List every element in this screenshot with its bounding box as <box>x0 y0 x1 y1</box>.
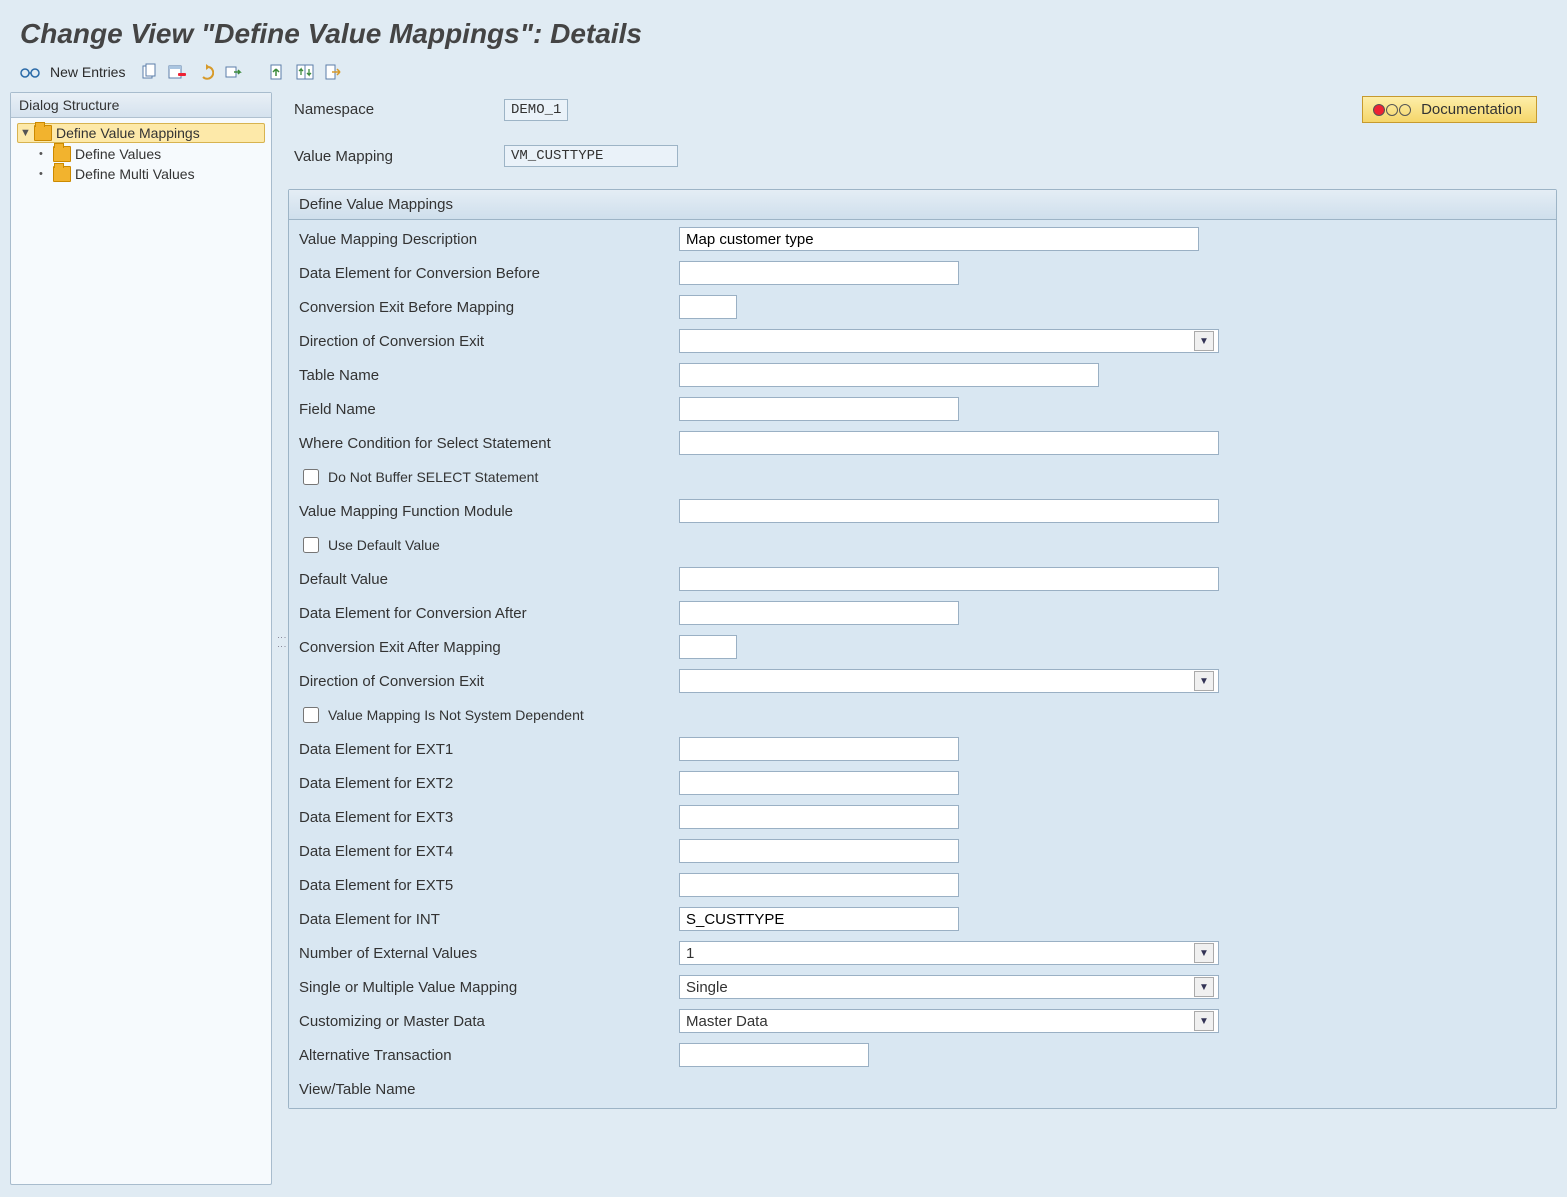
ext3-input[interactable] <box>679 805 959 829</box>
namespace-label: Namespace <box>294 101 504 118</box>
single-multi-select[interactable]: Single ▼ <box>679 975 1219 999</box>
page-up-icon[interactable] <box>267 62 287 82</box>
alt-tx-input[interactable] <box>679 1043 869 1067</box>
de-after-label: Data Element for Conversion After <box>299 605 679 622</box>
num-ext-label: Number of External Values <box>299 945 679 962</box>
ce-after-input[interactable] <box>679 635 737 659</box>
where-input[interactable] <box>679 431 1219 455</box>
ext5-label: Data Element for EXT5 <box>299 877 679 894</box>
single-multi-value: Single <box>686 979 728 996</box>
desc-input[interactable] <box>679 227 1199 251</box>
dialog-structure-sidebar: Dialog Structure ▼ Define Value Mappings… <box>10 92 272 1185</box>
no-buffer-checkbox[interactable]: Do Not Buffer SELECT Statement <box>299 466 679 488</box>
value-mapping-label: Value Mapping <box>294 148 504 165</box>
num-ext-value: 1 <box>686 945 694 962</box>
folder-icon <box>53 146 71 162</box>
toolbar: New Entries <box>0 60 1567 88</box>
not-sysdep-checkbox-input[interactable] <box>303 707 319 723</box>
where-label: Where Condition for Select Statement <box>299 435 679 452</box>
field-label: Field Name <box>299 401 679 418</box>
de-before-input[interactable] <box>679 261 959 285</box>
table-input[interactable] <box>679 363 1099 387</box>
ext3-label: Data Element for EXT3 <box>299 809 679 826</box>
alt-tx-label: Alternative Transaction <box>299 1047 679 1064</box>
ext1-input[interactable] <box>679 737 959 761</box>
ext2-label: Data Element for EXT2 <box>299 775 679 792</box>
transport-icon[interactable] <box>223 62 243 82</box>
bullet-icon: • <box>39 168 49 180</box>
no-buffer-label: Do Not Buffer SELECT Statement <box>328 469 538 485</box>
exit-icon[interactable] <box>323 62 343 82</box>
cust-master-label: Customizing or Master Data <box>299 1013 679 1030</box>
splitter-handle[interactable]: ⋮⋮ <box>278 88 286 1195</box>
undo-icon[interactable] <box>195 62 215 82</box>
copy-icon[interactable] <box>139 62 159 82</box>
tree: ▼ Define Value Mappings • Define Values … <box>11 118 271 188</box>
ce-before-input[interactable] <box>679 295 737 319</box>
content-area: Namespace DEMO_1 Documentation Value Map… <box>286 88 1567 1195</box>
use-default-label: Use Default Value <box>328 537 440 553</box>
use-default-checkbox[interactable]: Use Default Value <box>299 534 679 556</box>
ext4-label: Data Element for EXT4 <box>299 843 679 860</box>
namespace-field: DEMO_1 <box>504 99 568 121</box>
value-mapping-field: VM_CUSTTYPE <box>504 145 678 167</box>
chevron-down-icon: ▼ <box>1194 331 1214 351</box>
dir-after-select[interactable]: ▼ <box>679 669 1219 693</box>
field-input[interactable] <box>679 397 959 421</box>
sidebar-item-label: Define Value Mappings <box>56 125 200 141</box>
cust-master-value: Master Data <box>686 1013 768 1030</box>
dir-before-label: Direction of Conversion Exit <box>299 333 679 350</box>
use-default-checkbox-input[interactable] <box>303 537 319 553</box>
sidebar-header: Dialog Structure <box>11 93 271 118</box>
default-label: Default Value <box>299 571 679 588</box>
page-nav-icon[interactable] <box>295 62 315 82</box>
not-sysdep-label: Value Mapping Is Not System Dependent <box>328 707 584 723</box>
documentation-button-label: Documentation <box>1421 101 1522 118</box>
desc-label: Value Mapping Description <box>299 231 679 248</box>
ext1-label: Data Element for EXT1 <box>299 741 679 758</box>
single-multi-label: Single or Multiple Value Mapping <box>299 979 679 996</box>
not-sysdep-checkbox[interactable]: Value Mapping Is Not System Dependent <box>299 704 679 726</box>
sidebar-item-label: Define Multi Values <box>75 166 195 182</box>
de-after-input[interactable] <box>679 601 959 625</box>
num-ext-select[interactable]: 1 ▼ <box>679 941 1219 965</box>
ce-before-label: Conversion Exit Before Mapping <box>299 299 679 316</box>
chevron-down-icon: ▼ <box>1194 671 1214 691</box>
new-entries-button[interactable]: New Entries <box>50 64 125 80</box>
folder-icon <box>53 166 71 182</box>
folder-open-icon <box>34 125 52 141</box>
sidebar-item-define-multi-values[interactable]: • Define Multi Values <box>19 164 263 184</box>
chevron-down-icon: ▼ <box>1194 977 1214 997</box>
chevron-down-icon: ▼ <box>1194 1011 1214 1031</box>
default-input[interactable] <box>679 567 1219 591</box>
no-buffer-checkbox-input[interactable] <box>303 469 319 485</box>
expander-icon[interactable]: ▼ <box>20 127 30 139</box>
chevron-down-icon: ▼ <box>1194 943 1214 963</box>
sidebar-item-define-values[interactable]: • Define Values <box>19 144 263 164</box>
dir-before-select[interactable]: ▼ <box>679 329 1219 353</box>
bullet-icon: • <box>39 148 49 160</box>
ext5-input[interactable] <box>679 873 959 897</box>
sidebar-item-label: Define Values <box>75 146 161 162</box>
panel-title: Define Value Mappings <box>289 190 1556 220</box>
traffic-light-icon <box>1373 104 1411 116</box>
func-mod-input[interactable] <box>679 499 1219 523</box>
documentation-button[interactable]: Documentation <box>1362 96 1537 123</box>
ext2-input[interactable] <box>679 771 959 795</box>
func-mod-label: Value Mapping Function Module <box>299 503 679 520</box>
int-input[interactable] <box>679 907 959 931</box>
page-title: Change View "Define Value Mappings": Det… <box>0 0 1567 60</box>
delete-row-icon[interactable] <box>167 62 187 82</box>
glasses-icon[interactable] <box>20 62 40 82</box>
define-value-mappings-panel: Define Value Mappings Value Mapping Desc… <box>288 189 1557 1109</box>
view-table-label: View/Table Name <box>299 1081 679 1098</box>
ext4-input[interactable] <box>679 839 959 863</box>
table-label: Table Name <box>299 367 679 384</box>
int-label: Data Element for INT <box>299 911 679 928</box>
de-before-label: Data Element for Conversion Before <box>299 265 679 282</box>
dir-after-label: Direction of Conversion Exit <box>299 673 679 690</box>
sidebar-item-define-value-mappings[interactable]: ▼ Define Value Mappings <box>17 123 265 143</box>
cust-master-select[interactable]: Master Data ▼ <box>679 1009 1219 1033</box>
ce-after-label: Conversion Exit After Mapping <box>299 639 679 656</box>
